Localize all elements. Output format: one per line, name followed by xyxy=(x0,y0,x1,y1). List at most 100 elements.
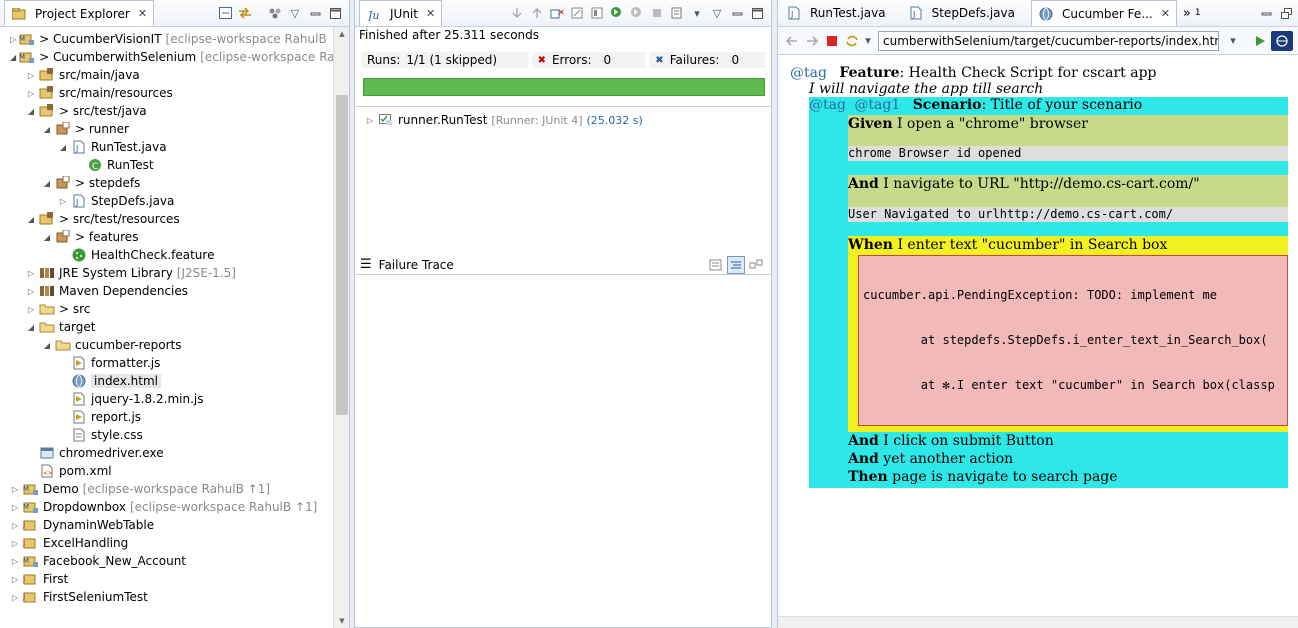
tree-item[interactable]: <> pom.xml xyxy=(0,462,349,480)
tree-item[interactable]: HealthCheck.feature xyxy=(0,246,349,264)
tree-item[interactable]: ▷ src/main/resources xyxy=(0,84,349,102)
stop-icon[interactable] xyxy=(648,4,666,22)
expand-twisty-icon[interactable]: ▷ xyxy=(10,575,20,584)
tree-item[interactable]: ◢ > runner xyxy=(0,120,349,138)
tab-junit[interactable]: Ju JUnit ✕ xyxy=(359,0,443,26)
expand-twisty-icon[interactable]: ▷ xyxy=(10,485,20,494)
tree-item[interactable]: chromedriver.exe xyxy=(0,444,349,462)
compare-result-icon[interactable] xyxy=(707,256,725,274)
history-dropdown-icon[interactable]: ▾ xyxy=(688,4,706,22)
rerun-test-icon[interactable] xyxy=(608,4,626,22)
tree-item[interactable]: ▷ J First xyxy=(0,570,349,588)
url-dropdown-icon[interactable]: ▾ xyxy=(1224,32,1242,50)
tab-runtest-java[interactable]: J RunTest.java xyxy=(780,0,892,26)
tab-cucumber-features[interactable]: Cucumber Fe... ✕ xyxy=(1031,0,1177,26)
tree-item[interactable]: report.js xyxy=(0,408,349,426)
collapse-twisty-icon[interactable]: ◢ xyxy=(10,53,16,62)
tree-item[interactable]: ◢ > src/test/java xyxy=(0,102,349,120)
tree-item[interactable]: ▷ M Dropdownbox [eclipse-workspace RahulB ↑… xyxy=(0,498,349,516)
stop-icon[interactable] xyxy=(823,32,841,50)
expand-twisty-icon[interactable]: ▷ xyxy=(26,71,36,80)
scenario-tag[interactable]: @tag1 xyxy=(854,97,900,113)
minimize-icon[interactable] xyxy=(1257,4,1275,22)
tree-item[interactable]: ▷ Maven Dependencies xyxy=(0,282,349,300)
forward-icon[interactable] xyxy=(803,32,821,50)
close-icon[interactable]: ✕ xyxy=(426,7,435,20)
collapse-twisty-icon[interactable]: ◢ xyxy=(42,179,52,188)
tree-item[interactable]: ▷ J FirstSeleniumTest xyxy=(0,588,349,606)
collapse-twisty-icon[interactable]: ◢ xyxy=(26,323,36,332)
collapse-twisty-icon[interactable]: ◢ xyxy=(42,125,52,134)
tree-item[interactable]: ◢ J RunTest.java xyxy=(0,138,349,156)
expand-twisty-icon[interactable]: ▷ xyxy=(26,269,36,278)
tree-item[interactable]: ▷ J ExcelHandling xyxy=(0,534,349,552)
close-icon[interactable]: ✕ xyxy=(138,7,147,20)
previous-failure-icon[interactable] xyxy=(528,4,546,22)
tree-item[interactable]: ▷ J StepDefs.java xyxy=(0,192,349,210)
scenario-tag[interactable]: @tag xyxy=(809,97,846,113)
tree-item[interactable]: ▷ JRE System Library [J2SE-1.5] xyxy=(0,264,349,282)
tree-item[interactable]: index.html xyxy=(0,372,349,390)
go-icon[interactable] xyxy=(1251,32,1269,50)
tree-item[interactable]: C RunTest xyxy=(0,156,349,174)
tree-item[interactable]: ◢ M > CucumberwithSelenium [eclipse-workspa… xyxy=(0,48,349,66)
tree-item[interactable]: ◢ > src/test/resources xyxy=(0,210,349,228)
collapse-twisty-icon[interactable]: ◢ xyxy=(26,215,36,224)
filter-stack-trace-icon[interactable] xyxy=(727,255,745,274)
collapse-twisty-icon[interactable]: ◢ xyxy=(26,107,36,116)
tree-item[interactable]: ◢ > stepdefs xyxy=(0,174,349,192)
project-explorer-scrollbar[interactable]: ▲ ▼ xyxy=(333,27,349,628)
expand-twisty-icon[interactable]: ▷ xyxy=(26,89,36,98)
rerun-failed-first-icon[interactable] xyxy=(628,4,646,22)
tree-item[interactable]: ▷ M Demo [eclipse-workspace RahulB ↑1] xyxy=(0,480,349,498)
restore-icon[interactable] xyxy=(1277,4,1295,22)
maximize-icon[interactable] xyxy=(326,4,344,22)
expand-twisty-icon[interactable]: ▷ xyxy=(10,593,20,602)
expand-twisty-icon[interactable]: ▷ xyxy=(10,539,20,548)
scroll-down-icon[interactable]: ▼ xyxy=(334,614,349,628)
collapse-twisty-icon[interactable]: ◢ xyxy=(42,341,52,350)
expand-twisty-icon[interactable]: ▷ xyxy=(365,116,375,125)
link-with-editor-icon[interactable] xyxy=(236,4,254,22)
tree-item[interactable]: ▷ M > CucumberVisionIT [eclipse-workspace R… xyxy=(0,30,349,48)
tree-item[interactable]: ▷ src/main/java xyxy=(0,66,349,84)
tree-item[interactable]: ▷ J DynaminWebTable xyxy=(0,516,349,534)
close-icon[interactable]: ✕ xyxy=(1161,7,1170,20)
expand-twisty-icon[interactable]: ▷ xyxy=(10,521,20,530)
scrollbar-thumb[interactable] xyxy=(336,95,348,415)
collapse-all-icon[interactable] xyxy=(216,4,234,22)
maximize-icon[interactable] xyxy=(748,4,766,22)
expand-twisty-icon[interactable]: ▷ xyxy=(58,197,68,206)
expand-twisty-icon[interactable]: ▷ xyxy=(10,503,20,512)
next-failure-icon[interactable] xyxy=(508,4,526,22)
refresh-dropdown-icon[interactable]: ▾ xyxy=(863,32,873,50)
tree-item[interactable]: jquery-1.8.2.min.js xyxy=(0,390,349,408)
tab-overflow[interactable]: » 1 xyxy=(1177,0,1207,26)
copy-trace-icon[interactable] xyxy=(747,256,765,274)
view-menu-icon[interactable]: ▽ xyxy=(708,4,726,22)
tree-item[interactable]: ▷ M Facebook_New_Account xyxy=(0,552,349,570)
tree-item[interactable]: ◢ target xyxy=(0,318,349,336)
minimize-icon[interactable] xyxy=(728,4,746,22)
test-result-row[interactable]: ▷ runner.RunTest [Runner: JUnit 4] (25.0… xyxy=(355,111,771,129)
show-failures-only-icon[interactable]: ✕ xyxy=(548,4,566,22)
scroll-up-icon[interactable]: ▲ xyxy=(334,27,349,41)
expand-twisty-icon[interactable]: ▷ xyxy=(10,35,16,44)
tab-stepdefs-java[interactable]: J StepDefs.java xyxy=(902,0,1021,26)
refresh-icon[interactable] xyxy=(843,32,861,50)
tree-item[interactable]: ◢ > features xyxy=(0,228,349,246)
test-history-icon[interactable] xyxy=(668,4,686,22)
expand-twisty-icon[interactable]: ▷ xyxy=(26,287,36,296)
collapse-twisty-icon[interactable]: ◢ xyxy=(58,143,68,152)
tree-item[interactable]: ◢ cucumber-reports xyxy=(0,336,349,354)
url-field[interactable]: cumberwithSelenium/target/cucumber-repor… xyxy=(878,30,1219,51)
back-icon[interactable] xyxy=(783,32,801,50)
tree-item[interactable]: formatter.js xyxy=(0,354,349,372)
expand-twisty-icon[interactable]: ▷ xyxy=(26,305,36,314)
tree-item[interactable]: style.css xyxy=(0,426,349,444)
expand-twisty-icon[interactable]: ▷ xyxy=(10,557,20,566)
tree-item[interactable]: ▷ > src xyxy=(0,300,349,318)
feature-tag[interactable]: @tag xyxy=(790,65,827,81)
minimize-icon[interactable] xyxy=(306,4,324,22)
view-menu-icon[interactable]: ▽ xyxy=(286,4,304,22)
